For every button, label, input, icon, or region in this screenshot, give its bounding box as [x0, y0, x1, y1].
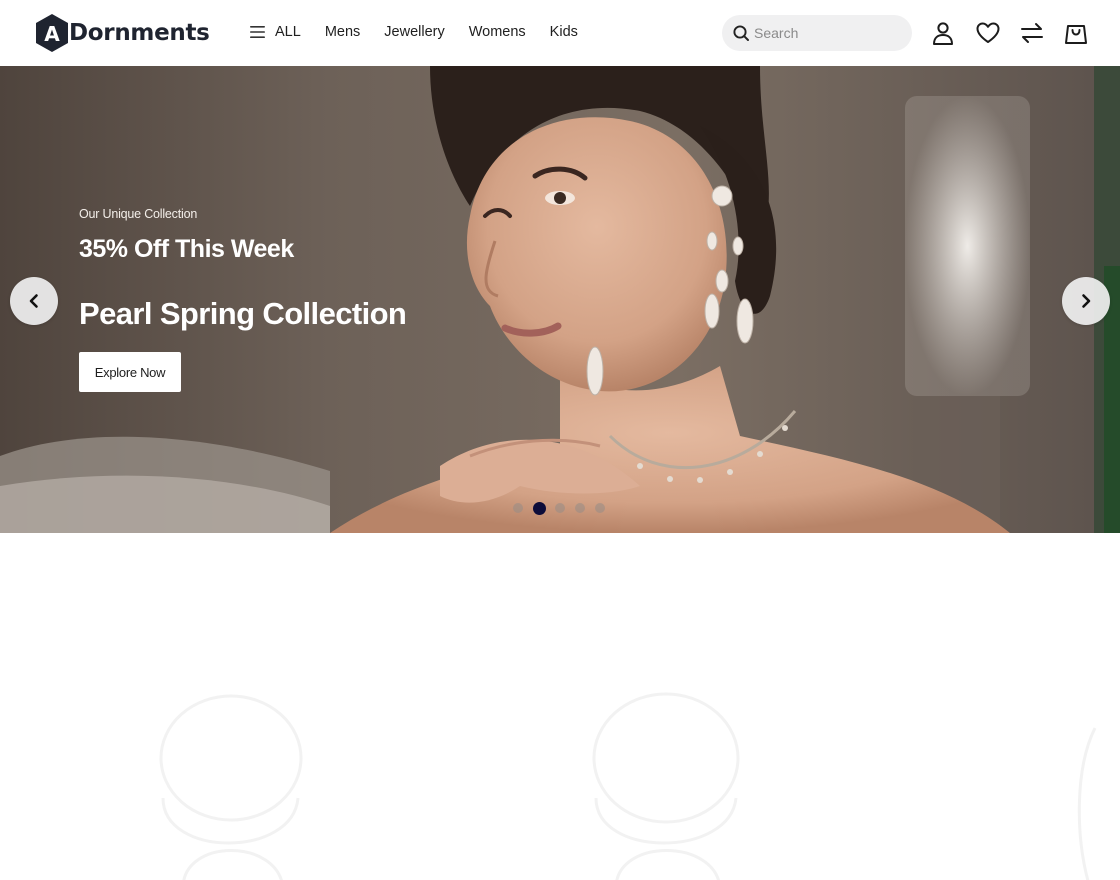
main-nav: ALL Mens Jewellery Womens Kids — [249, 22, 602, 42]
logo-badge-icon: A — [36, 14, 68, 52]
explore-now-button[interactable]: Explore Now — [79, 352, 181, 392]
slider-dot-3[interactable] — [555, 503, 565, 513]
slider-dot-5[interactable] — [595, 503, 605, 513]
nav-item-womens[interactable]: Womens — [469, 24, 526, 40]
category-image-1[interactable] — [143, 688, 318, 880]
nav-item-mens[interactable]: Mens — [325, 24, 360, 40]
nav-all-menu[interactable]: ALL — [249, 24, 301, 40]
nav-all-label: ALL — [275, 24, 301, 40]
nav-item-jewellery[interactable]: Jewellery — [384, 24, 444, 40]
brand-logo[interactable]: A Dornments — [34, 13, 210, 53]
chevron-left-icon — [29, 294, 38, 308]
hero-title: Pearl Spring Collection — [79, 296, 407, 331]
slider-dot-4[interactable] — [575, 503, 585, 513]
category-image-2[interactable] — [578, 688, 753, 880]
shopping-bag-icon[interactable] — [1063, 20, 1089, 46]
hero-slider: Our Unique Collection 35% Off This Week … — [0, 66, 1120, 533]
search-icon — [733, 25, 749, 41]
search-box[interactable] — [722, 15, 912, 51]
chevron-right-icon — [1082, 294, 1091, 308]
compare-arrows-icon[interactable] — [1019, 20, 1045, 46]
slider-prev-button[interactable] — [10, 277, 58, 325]
category-section — [0, 533, 1120, 880]
hero-eyebrow: Our Unique Collection — [79, 207, 198, 221]
slider-dot-2-active[interactable] — [533, 501, 546, 515]
slider-pagination — [513, 501, 615, 515]
hero-offer-text: 35% Off This Week — [79, 235, 294, 263]
brand-name: Dornments — [69, 19, 210, 46]
slider-next-button[interactable] — [1062, 277, 1110, 325]
heart-icon[interactable] — [975, 20, 1001, 46]
nav-item-kids[interactable]: Kids — [550, 24, 578, 40]
search-input[interactable] — [754, 25, 904, 41]
site-header: A Dornments ALL Mens Jewellery Womens Ki… — [0, 0, 1120, 66]
slider-dot-1[interactable] — [513, 503, 523, 513]
logo-letter: A — [44, 22, 60, 46]
category-image-3[interactable] — [1055, 688, 1120, 880]
hamburger-menu-icon — [250, 26, 265, 38]
user-icon[interactable] — [930, 20, 956, 46]
